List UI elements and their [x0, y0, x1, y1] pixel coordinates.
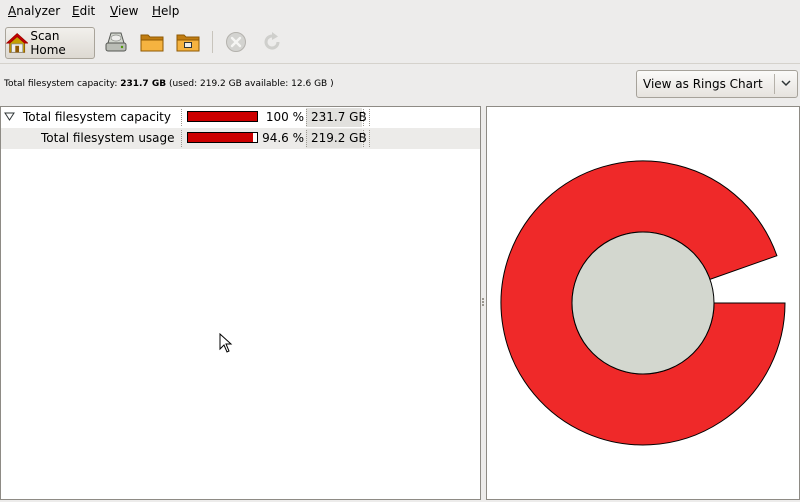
rings-chart-canvas	[500, 160, 786, 446]
usage-bar	[187, 111, 258, 122]
folder-icon	[140, 34, 164, 52]
tree-row[interactable]: Total filesystem usage 94.6 % 219.2 GB	[1, 128, 480, 149]
scan-remote-folder-button[interactable]	[173, 27, 203, 57]
tree-row[interactable]: Total filesystem capacity 100 % 231.7 GB	[1, 107, 480, 128]
column-divider	[181, 130, 183, 147]
usage-tree[interactable]: Total filesystem capacity 100 % 231.7 GB…	[0, 106, 481, 500]
row-percent: 94.6 %	[262, 131, 304, 145]
menu-analyzer[interactable]: Analyzer	[8, 4, 60, 18]
usage-bar	[187, 132, 258, 143]
refresh-icon	[264, 32, 280, 50]
column-divider	[369, 130, 371, 147]
view-mode-select[interactable]: View as Rings Chart	[636, 70, 798, 98]
home-icon	[6, 33, 29, 53]
column-divider	[306, 109, 308, 126]
chevron-down-icon	[781, 80, 791, 87]
column-divider	[181, 109, 183, 126]
column-divider	[363, 109, 365, 126]
usage-bar-fill	[188, 133, 254, 142]
toolbar-separator	[212, 31, 213, 53]
column-divider	[363, 130, 365, 147]
row-size: 219.2 GB	[311, 131, 367, 145]
harddisk-icon	[105, 32, 127, 52]
scan-folder-button[interactable]	[137, 27, 167, 57]
usage-bar-fill	[188, 112, 257, 121]
mouse-cursor-icon	[219, 333, 233, 353]
refresh-button[interactable]	[258, 27, 286, 57]
expander-icon[interactable]	[4, 112, 15, 122]
menu-help[interactable]: Help	[152, 4, 179, 18]
view-mode-value: View as Rings Chart	[643, 77, 763, 91]
menu-bar: Analyzer Edit View Help	[0, 0, 800, 24]
row-percent: 100 %	[265, 110, 304, 124]
toolbar: Scan Home	[0, 23, 800, 64]
pane-resize-handle[interactable]	[481, 298, 485, 308]
stop-icon	[226, 32, 246, 52]
capacity-summary: Total filesystem capacity: 231.7 GB (use…	[4, 79, 334, 89]
row-name: Total filesystem capacity	[23, 110, 171, 124]
stop-button[interactable]	[222, 27, 250, 57]
row-size: 231.7 GB	[311, 110, 367, 124]
scan-home-label: Scan Home	[30, 29, 66, 57]
column-divider	[306, 130, 308, 147]
menu-view[interactable]: View	[110, 4, 138, 18]
column-divider	[369, 109, 371, 126]
scan-home-button[interactable]: Scan Home	[5, 27, 95, 59]
combo-divider	[774, 74, 775, 94]
rings-chart[interactable]	[486, 106, 800, 500]
row-name: Total filesystem usage	[41, 131, 175, 145]
scan-filesystem-button[interactable]	[101, 27, 131, 57]
menu-edit[interactable]: Edit	[72, 4, 95, 18]
remote-folder-icon	[176, 34, 200, 52]
ring-center-circle[interactable]	[571, 231, 715, 375]
